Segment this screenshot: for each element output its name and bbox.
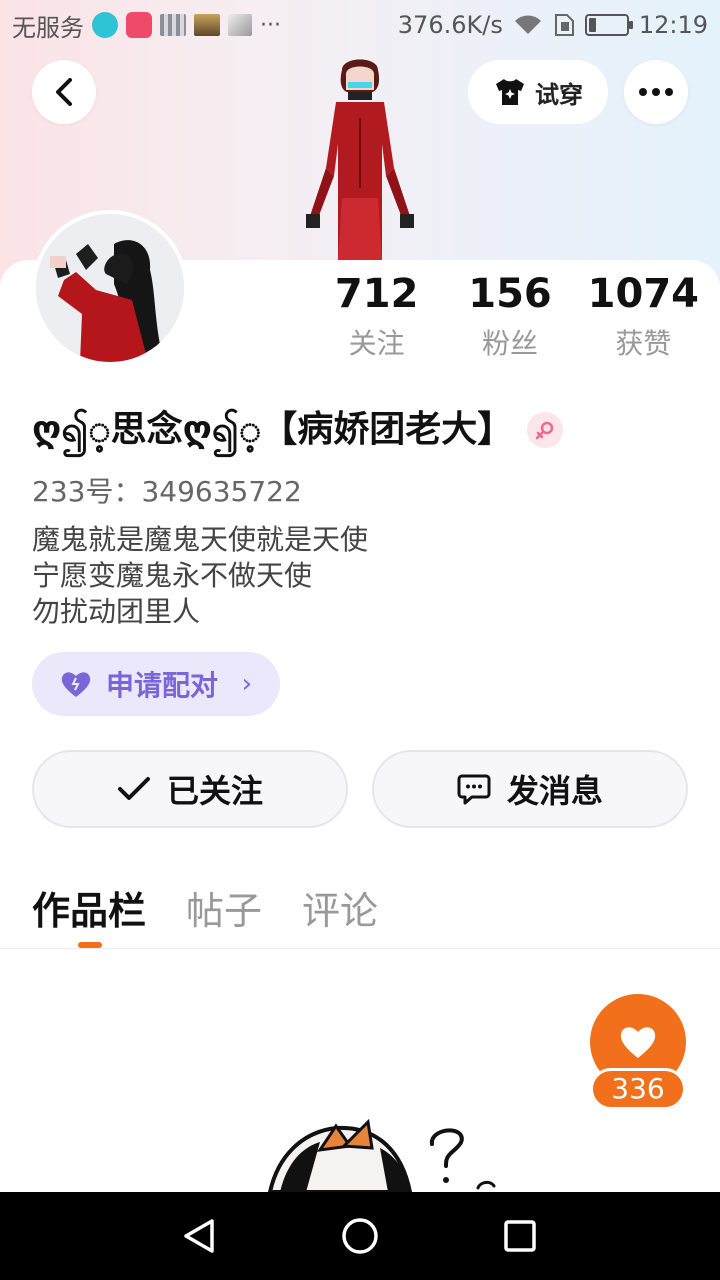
apply-pairing-label: 申请配对	[106, 669, 219, 702]
chat-bubble-icon	[457, 774, 491, 805]
image-notification-icon	[228, 14, 252, 36]
stat-label: 关注	[348, 327, 405, 360]
more-dots-icon	[639, 88, 673, 96]
more-options-button[interactable]	[624, 60, 688, 124]
tshirt-icon	[496, 79, 524, 105]
stat-value: 156	[468, 271, 552, 317]
profile-stats: 712 关注 156 粉丝 1074 获赞	[310, 270, 710, 362]
image-notification-icon	[160, 14, 186, 36]
network-speed: 376.6K/s	[397, 11, 503, 39]
sim-icon	[554, 14, 574, 36]
following-button[interactable]: 已关注	[32, 750, 348, 828]
nickname: ღ၍့思念ღ၍့【病娇团老大】	[32, 409, 514, 450]
bio-line: 宁愿变魔鬼永不做天使	[32, 559, 313, 592]
back-triangle-icon[interactable]	[180, 1216, 220, 1256]
following-label: 已关注	[166, 772, 263, 810]
recent-apps-square-icon[interactable]	[500, 1216, 540, 1256]
work-preview-image[interactable]	[260, 1118, 520, 1192]
app-notification-icon	[126, 12, 152, 38]
stat-following[interactable]: 712 关注	[310, 270, 443, 362]
bio-line: 勿扰动团里人	[32, 595, 201, 628]
clock: 12:19	[638, 11, 708, 39]
heart-icon	[61, 672, 91, 697]
tab-comments[interactable]: 评论	[302, 880, 378, 935]
user-id: 233号：349635722	[32, 475, 302, 508]
stat-value: 1074	[587, 271, 699, 317]
female-gender-icon	[527, 411, 564, 448]
wifi-icon	[514, 15, 541, 34]
back-button[interactable]	[32, 60, 96, 124]
image-notification-icon	[194, 14, 220, 36]
try-on-button[interactable]: 试穿	[468, 60, 608, 124]
chevron-left-icon	[56, 78, 72, 106]
tab-works[interactable]: 作品栏	[32, 880, 146, 935]
stat-followers[interactable]: 156 粉丝	[443, 270, 576, 362]
moon-app-icon	[92, 12, 118, 38]
avatar[interactable]	[32, 210, 188, 366]
more-notifications-icon: ···	[260, 12, 281, 38]
battery-icon	[584, 14, 633, 36]
home-circle-icon[interactable]	[340, 1216, 380, 1256]
try-on-label: 试穿	[535, 80, 583, 109]
bio-line: 魔鬼就是魔鬼天使就是天使	[32, 523, 369, 556]
status-bar: 无服务 ··· 376.6K/s 12:19	[0, 0, 720, 50]
tabs-divider	[0, 948, 720, 949]
heart-icon	[620, 1027, 656, 1058]
like-count: 336	[590, 1068, 686, 1110]
stat-value: 712	[334, 271, 419, 317]
system-navigation-bar	[0, 1192, 720, 1280]
content-tabs: 作品栏 帖子 评论	[32, 880, 378, 935]
send-message-button[interactable]: 发消息	[372, 750, 688, 828]
avatar-character-figure	[306, 59, 414, 260]
carrier-text: 无服务	[12, 13, 84, 42]
bio: 魔鬼就是魔鬼天使就是天使 宁愿变魔鬼永不做天使 勿扰动团里人	[32, 522, 368, 630]
send-message-label: 发消息	[506, 772, 603, 810]
avatar-image	[36, 214, 184, 362]
tab-posts[interactable]: 帖子	[186, 880, 262, 935]
chevron-right-icon: ›	[241, 669, 252, 699]
stat-label: 获赞	[615, 327, 672, 360]
stat-likes[interactable]: 1074 获赞	[577, 270, 710, 362]
checkmark-icon	[117, 777, 150, 800]
nickname-row: ღ၍့思念ღ၍့【病娇团老大】	[32, 400, 564, 459]
apply-pairing-button[interactable]: 申请配对 ›	[32, 652, 280, 716]
stat-label: 粉丝	[481, 327, 538, 360]
